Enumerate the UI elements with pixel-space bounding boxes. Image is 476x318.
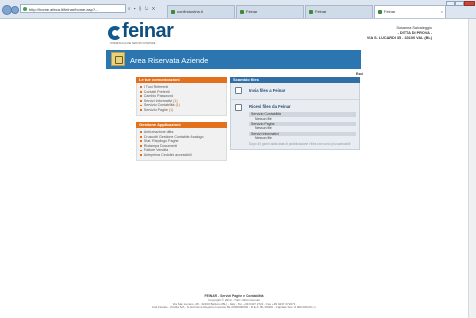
item-label: Contatti Preferiti bbox=[143, 89, 170, 94]
tab-feinar-active[interactable]: Feinar × bbox=[374, 5, 446, 18]
bullet-icon bbox=[140, 109, 142, 111]
item-count: (1) bbox=[173, 98, 178, 103]
bullet-icon bbox=[140, 99, 142, 102]
logo-tagline: INTERFACCIA DEI SERVIZI CONFINDE bbox=[110, 42, 156, 45]
page-banner: Area Riservata Aziende bbox=[106, 50, 361, 69]
forward-icon[interactable] bbox=[11, 6, 19, 14]
browser-toolbar: http://home.afeca.it/feinar/home.asp?...… bbox=[0, 0, 476, 19]
item-label: Servizio Paghe bbox=[143, 107, 168, 112]
address-tools[interactable]: ⌕ ▾ § ↻ ✕ bbox=[128, 4, 156, 13]
tab-confindustria[interactable]: confindustria.it bbox=[167, 5, 235, 18]
item-label: Fatture Vendita bbox=[143, 148, 169, 153]
group-item: Nessun file bbox=[255, 116, 272, 121]
panel-comunicazioni: Le tue comunicazioni I Tuoi Referenti Co… bbox=[136, 77, 227, 116]
tab-close-icon[interactable]: × bbox=[441, 6, 443, 18]
item-label: Anteprima Cedolini accessibili bbox=[143, 152, 192, 157]
download-icon bbox=[235, 104, 242, 111]
group-item: Nessun file bbox=[255, 126, 272, 131]
group-item: Nessun file bbox=[255, 136, 272, 141]
maximize-icon[interactable] bbox=[455, 1, 464, 6]
footer-legal: Cod.Fiscale - Partita IVA - N.Iscrizione… bbox=[151, 305, 317, 310]
company-address: VIA S. LUCARDI 35 - 33100 VAL (BL) bbox=[366, 36, 432, 40]
item-label: Servizio Contabilità bbox=[143, 103, 175, 108]
address-bar[interactable]: http://home.afeca.it/feinar/home.asp?... bbox=[20, 4, 126, 13]
close-window-icon[interactable] bbox=[464, 1, 475, 6]
tab-favicon-icon bbox=[309, 10, 313, 14]
bullet-icon bbox=[140, 135, 142, 138]
panel-gestione: Gestione Applicazioni Anticreazione ditt… bbox=[136, 122, 227, 161]
page-scrollbar[interactable] bbox=[468, 19, 476, 318]
send-files-link[interactable]: Invia files a Feinar bbox=[249, 88, 285, 93]
tab-favicon-icon bbox=[378, 10, 382, 14]
panel-scambio: Scambio files Invia files a Feinar Ricev… bbox=[230, 77, 360, 151]
receive-files-title: Ricevi files da Feinar bbox=[249, 104, 291, 109]
folder-icon bbox=[111, 52, 125, 66]
tab-favicon-icon bbox=[171, 10, 175, 14]
tab-feinar-1[interactable]: Feinar bbox=[236, 5, 304, 18]
page-footer: FEINAR - Servizi Paghe e Contabilità Cop… bbox=[0, 294, 468, 310]
retention-note: Dopo 40 giorni dalla data di pubblicazio… bbox=[249, 142, 351, 147]
upload-icon bbox=[235, 87, 242, 94]
tab-label: Feinar bbox=[384, 9, 396, 14]
site-icon bbox=[23, 7, 27, 11]
bullet-icon bbox=[140, 131, 142, 133]
bullet-icon bbox=[140, 154, 142, 156]
item-label: Stat. Riepilogo Paghe bbox=[143, 139, 179, 144]
item-label: Servizi Informativi bbox=[143, 98, 173, 103]
minimize-icon[interactable] bbox=[446, 1, 455, 6]
bullet-icon bbox=[140, 149, 142, 152]
tab-label: confindustria.it bbox=[177, 9, 203, 14]
panel-body: I Tuoi Referenti Contatti Preferiti Camb… bbox=[136, 83, 227, 116]
list-item[interactable]: Anteprima Cedolini accessibili bbox=[140, 153, 223, 158]
list-item[interactable]: Servizio Paghe (1) bbox=[140, 108, 223, 113]
receive-files-section: Ricevi files da Feinar Servizio Contabil… bbox=[231, 100, 359, 149]
bullet-icon bbox=[140, 144, 142, 147]
item-label: I Tuoi Referenti bbox=[143, 85, 169, 89]
item-label: Cruscotti Gestione Contabile Analogo bbox=[143, 134, 204, 139]
bullet-icon bbox=[140, 140, 142, 143]
item-count: (1) bbox=[168, 107, 174, 112]
logout-link[interactable]: Esci bbox=[356, 72, 363, 76]
address-text: http://home.afeca.it/feinar/home.asp?... bbox=[29, 7, 99, 12]
company-info: Susanna Salvaleggio - DITTA DI PROVA - V… bbox=[367, 26, 432, 41]
tab-favicon-icon bbox=[240, 10, 244, 14]
page-title: Area Riservata Aziende bbox=[130, 56, 209, 65]
bullet-icon bbox=[140, 104, 142, 107]
bullet-icon bbox=[140, 86, 142, 88]
tab-label: Feinar bbox=[246, 9, 258, 14]
item-count: (1) bbox=[175, 103, 180, 108]
item-label: Cambio Password bbox=[143, 94, 173, 99]
bullet-icon bbox=[140, 90, 142, 93]
item-label: Ristampa Documenti bbox=[143, 143, 178, 148]
bullet-icon bbox=[140, 95, 142, 98]
logo-mark-icon bbox=[108, 26, 122, 40]
tab-feinar-2[interactable]: Feinar bbox=[305, 5, 373, 18]
item-label: Anticreazione ditta bbox=[143, 130, 174, 134]
logo-text: feinar bbox=[122, 20, 174, 42]
panel-body: Invia files a Feinar Ricevi files da Fei… bbox=[230, 83, 360, 151]
tab-label: Feinar bbox=[315, 9, 327, 14]
send-files-row[interactable]: Invia files a Feinar bbox=[231, 83, 359, 100]
panel-body: Anticreazione ditta Cruscotti Gestione C… bbox=[136, 128, 227, 161]
